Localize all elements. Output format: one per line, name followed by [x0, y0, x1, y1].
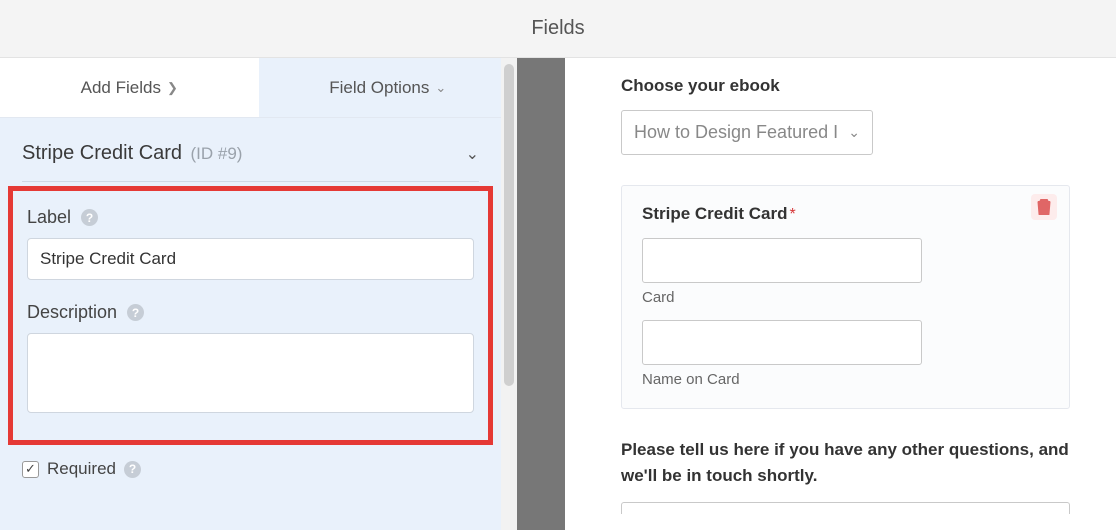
tab-add-fields-label: Add Fields — [81, 78, 161, 98]
tab-add-fields[interactable]: Add Fields ❯ — [0, 58, 259, 117]
card-title-row: Stripe Credit Card* — [642, 204, 1049, 224]
help-icon[interactable]: ? — [124, 461, 141, 478]
tab-field-options-label: Field Options — [329, 78, 429, 98]
required-row: ✓ Required ? — [0, 445, 501, 479]
divider — [22, 181, 479, 182]
chevron-right-icon: ❯ — [167, 80, 178, 96]
main-layout: Add Fields ❯ Field Options ⌄ Stripe Cred… — [0, 58, 1116, 530]
label-input[interactable] — [27, 238, 474, 280]
name-sublabel: Name on Card — [642, 371, 1049, 388]
sidebar-tabs: Add Fields ❯ Field Options ⌄ — [0, 58, 517, 118]
card-sublabel: Card — [642, 289, 1049, 306]
stripe-card-field[interactable]: Stripe Credit Card* Card Name on Card — [621, 185, 1070, 409]
question-label: Please tell us here if you have any othe… — [621, 437, 1070, 488]
required-checkbox[interactable]: ✓ — [22, 461, 39, 478]
sidebar-scrollbar[interactable] — [501, 58, 517, 530]
field-header-title: Stripe Credit Card (ID #9) — [22, 142, 242, 165]
field-header[interactable]: Stripe Credit Card (ID #9) ⌄ — [0, 118, 501, 175]
description-row: Description ? — [27, 302, 474, 323]
chevron-down-icon: ⌄ — [435, 80, 446, 96]
description-input[interactable] — [27, 333, 474, 413]
sidebar: Add Fields ❯ Field Options ⌄ Stripe Cred… — [0, 58, 517, 530]
scrollbar-thumb[interactable] — [504, 64, 514, 386]
required-star: * — [789, 206, 795, 223]
name-on-card-input[interactable] — [642, 320, 922, 365]
required-caption: Required — [47, 459, 116, 479]
help-icon[interactable]: ? — [127, 304, 144, 321]
delete-field-button[interactable] — [1031, 194, 1057, 220]
ebook-select[interactable]: How to Design Featured I ⌄ — [621, 110, 873, 155]
field-name: Stripe Credit Card — [22, 142, 182, 164]
label-row: Label ? — [27, 207, 474, 228]
ebook-selected-value: How to Design Featured I — [634, 122, 838, 143]
ebook-label: Choose your ebook — [621, 76, 1070, 96]
chevron-down-icon[interactable]: ⌄ — [466, 144, 479, 164]
question-input[interactable] — [621, 502, 1070, 514]
field-options-panel: Stripe Credit Card (ID #9) ⌄ Label ? Des… — [0, 118, 501, 530]
highlighted-options: Label ? Description ? — [8, 186, 493, 445]
help-icon[interactable]: ? — [81, 209, 98, 226]
tab-field-options[interactable]: Field Options ⌄ — [259, 58, 518, 117]
gutter — [517, 58, 565, 530]
label-caption: Label — [27, 207, 71, 228]
card-title: Stripe Credit Card — [642, 204, 787, 223]
card-number-input[interactable] — [642, 238, 922, 283]
page-title: Fields — [0, 0, 1116, 58]
chevron-down-icon: ⌄ — [848, 124, 860, 141]
description-caption: Description — [27, 302, 117, 323]
form-preview: Choose your ebook How to Design Featured… — [565, 58, 1116, 530]
field-id: (ID #9) — [191, 144, 243, 163]
trash-icon — [1037, 199, 1051, 215]
